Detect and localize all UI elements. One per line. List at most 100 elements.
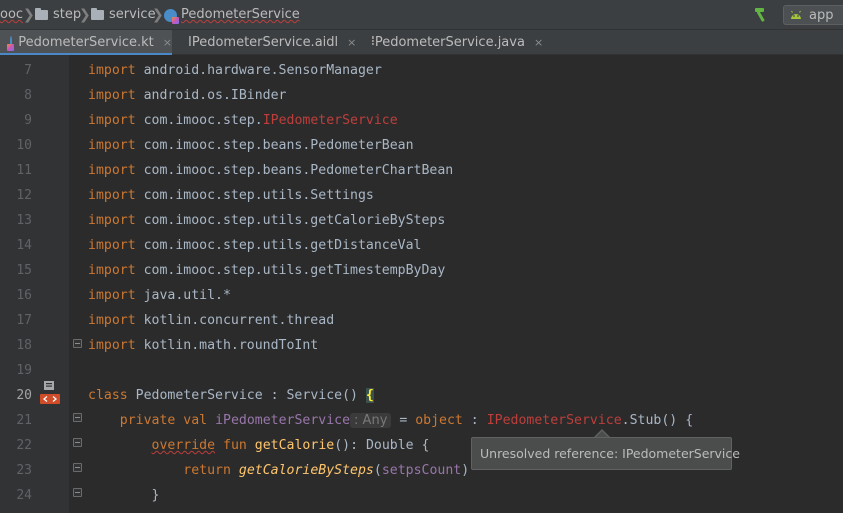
navigation-bar: ooc ❯ step ❯ service ❯ PedometerService … <box>0 0 843 30</box>
code-token: object <box>415 413 463 428</box>
breadcrumb-item-step[interactable]: step <box>35 0 81 30</box>
line-number: 8 <box>24 88 32 103</box>
line-number: 12 <box>16 188 32 203</box>
line-number: 21 <box>16 413 32 428</box>
code-line[interactable]: import com.imooc.step.IPedometerService <box>88 108 398 133</box>
code-token: } <box>88 488 160 503</box>
tab-pedometerservice-kt[interactable]: PedometerService.kt × <box>0 30 172 56</box>
code-token: .Stub() { <box>621 413 694 428</box>
code-token: import <box>88 313 136 328</box>
line-number: 19 <box>16 363 32 378</box>
code-token: import <box>88 288 136 303</box>
fold-marker[interactable] <box>73 463 82 472</box>
implements-marker-icon[interactable] <box>40 380 60 406</box>
code-token: import <box>88 238 136 253</box>
code-token: com.imooc.step.beans.PedometerBean <box>135 138 414 153</box>
code-token: { <box>365 388 374 403</box>
code-token: ) <box>461 463 470 478</box>
code-line[interactable]: import kotlin.concurrent.thread <box>88 308 334 333</box>
error-tooltip: Unresolved reference: IPedometerService <box>471 437 740 470</box>
code-line[interactable]: import com.imooc.step.utils.getCalorieBy… <box>88 208 445 233</box>
code-token: : <box>462 413 487 428</box>
code-token: android.os.IBinder <box>135 88 287 103</box>
fold-marker[interactable] <box>73 339 82 348</box>
code-token: = <box>391 413 416 428</box>
code-token: kotlin.math.roundToInt <box>135 338 319 353</box>
breadcrumb-label: PedometerService <box>181 7 300 22</box>
code-token: com.imooc.step.utils.getTimestempByDay <box>135 263 446 278</box>
code-token: java.util.* <box>135 288 231 303</box>
hammer-icon[interactable] <box>752 6 770 24</box>
code-line[interactable]: import kotlin.math.roundToInt <box>88 333 318 358</box>
code-token: iPedometerService <box>215 413 351 428</box>
code-line[interactable]: override fun getCalorie(): Double { <box>88 433 430 458</box>
tab-label: IPedometerService.aidl <box>188 35 339 50</box>
line-number: 22 <box>16 438 32 453</box>
fold-marker[interactable] <box>73 438 82 447</box>
line-number: 24 <box>16 488 32 503</box>
code-line[interactable]: import com.imooc.step.utils.getDistanceV… <box>88 233 421 258</box>
code-token: getCalorie <box>254 438 335 453</box>
tab-ipedometerservice-java[interactable]: IPedometerService.java × <box>355 30 543 55</box>
code-line[interactable]: import android.os.IBinder <box>88 83 287 108</box>
line-number: 23 <box>16 463 32 478</box>
code-token: IPedometerService <box>486 413 622 428</box>
code-token: override <box>151 438 216 453</box>
code-token: com.imooc.step. <box>135 113 263 128</box>
code-token: import <box>88 88 136 103</box>
line-number: 14 <box>16 238 32 253</box>
tab-ipedometerservice-aidl[interactable]: IPedometerService.aidl × <box>172 30 356 55</box>
code-token: com.imooc.step.utils.getDistanceVal <box>135 238 422 253</box>
breadcrumb-label: step <box>53 7 82 22</box>
fold-marker[interactable] <box>73 488 82 497</box>
close-icon[interactable]: × <box>534 36 543 49</box>
line-number: 11 <box>16 163 32 178</box>
line-number: 20 <box>16 388 32 403</box>
line-number: 9 <box>24 113 32 128</box>
breadcrumb-item-pedometerservice[interactable]: PedometerService <box>164 0 300 30</box>
code-line[interactable]: } <box>88 483 160 508</box>
run-configuration-selector[interactable]: app <box>783 5 843 25</box>
code-token: import <box>88 188 136 203</box>
code-token: import <box>88 263 136 278</box>
code-token: import <box>88 213 136 228</box>
code-line[interactable]: import com.imooc.step.utils.getTimestemp… <box>88 258 445 283</box>
code-token: com.imooc.step.beans.PedometerChartBean <box>135 163 454 178</box>
code-line[interactable]: import java.util.* <box>88 283 231 308</box>
line-number: 17 <box>16 313 32 328</box>
android-icon <box>791 10 801 19</box>
line-number: 15 <box>16 263 32 278</box>
code-line[interactable]: import android.hardware.SensorManager <box>88 58 382 83</box>
line-number: 18 <box>16 338 32 353</box>
code-line[interactable]: class PedometerService : Service() { <box>88 383 374 408</box>
code-line[interactable]: import com.imooc.step.beans.PedometerBea… <box>88 133 414 158</box>
close-icon[interactable]: × <box>163 36 172 49</box>
kotlin-class-icon <box>164 8 179 24</box>
breadcrumb-separator: ❯ <box>23 7 35 23</box>
code-token: class <box>88 388 128 403</box>
type-hint: : Any <box>350 413 392 428</box>
code-token: com.imooc.step.utils.Settings <box>135 188 374 203</box>
code-token: import <box>88 113 136 128</box>
breadcrumb-label: service <box>109 7 156 22</box>
line-number: 10 <box>16 138 32 153</box>
code-line[interactable]: return getCalorieBySteps(setpsCount) <box>88 458 469 483</box>
line-number: 7 <box>24 63 32 78</box>
code-token: setpsCount <box>381 463 462 478</box>
code-token: fun <box>223 438 247 453</box>
code-line[interactable]: import com.imooc.step.utils.Settings <box>88 183 374 208</box>
kotlin-file-icon <box>6 36 15 51</box>
code-token: import <box>88 338 136 353</box>
code-line[interactable]: import com.imooc.step.beans.PedometerCha… <box>88 158 453 183</box>
breadcrumb-item-root[interactable]: ooc <box>0 0 23 30</box>
breadcrumb-item-service[interactable]: service <box>91 0 156 30</box>
code-token: getCalorieBySteps <box>238 463 374 478</box>
line-number: 13 <box>16 213 32 228</box>
fold-marker[interactable] <box>73 413 82 422</box>
line-number: 16 <box>16 288 32 303</box>
